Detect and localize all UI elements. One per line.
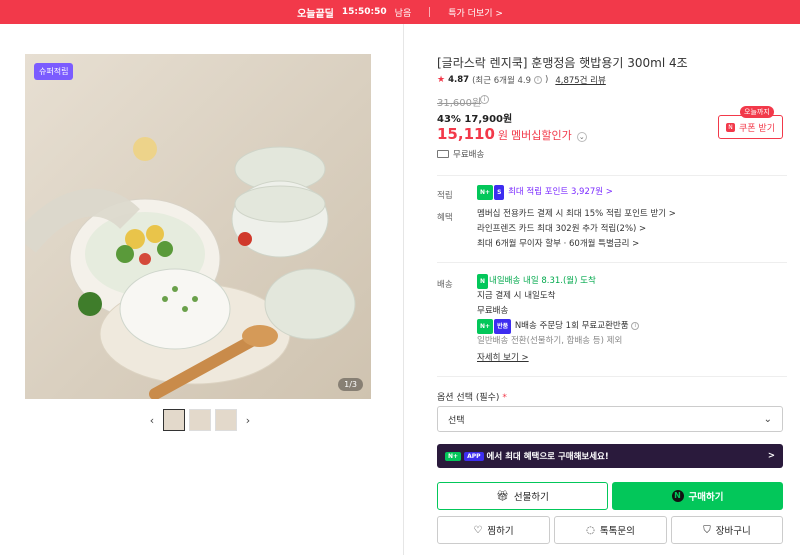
- points-text: 최대 적립 포인트 3,927원 >: [508, 187, 613, 197]
- countdown-timer: 15:50:50: [341, 7, 387, 17]
- required-mark: *: [502, 393, 507, 403]
- member-price-unit: 원: [497, 129, 509, 142]
- divider: [437, 175, 787, 176]
- chat-icon: ◌: [586, 524, 595, 536]
- image-counter: 1/3: [338, 378, 363, 391]
- points-label: 적립: [437, 191, 453, 201]
- delivery-line: 지금 결제 시 내일도착: [477, 291, 556, 301]
- coupon-deadline-tag: 오늘까지: [740, 106, 774, 118]
- chevron-down-icon[interactable]: ⌄: [576, 132, 587, 142]
- info-icon[interactable]: i: [631, 321, 640, 330]
- banner-divider: [429, 7, 431, 17]
- remaining-suffix: 남음: [394, 8, 412, 19]
- info-icon[interactable]: i: [534, 76, 542, 84]
- benefit-item[interactable]: 최대 6개월 무이자 할부 · 60개월 특별금리 >: [477, 237, 676, 252]
- tomorrow-delivery-icon: N: [477, 274, 489, 289]
- talktalk-button[interactable]: ◌ 톡톡문의: [554, 516, 667, 544]
- cart-button[interactable]: ⛉ 장바구니: [671, 516, 783, 544]
- member-price-row: 15,110 원 멤버십할인가 ⌄: [437, 125, 587, 143]
- chevron-right-icon: >: [767, 451, 775, 461]
- truck-icon: [437, 150, 449, 158]
- deal-label: 오늘끝딜: [297, 8, 334, 20]
- benefit-label: 혜택: [437, 213, 453, 223]
- deal-banner: 오늘끝딜 15:50:50 남음 특가 더보기 >: [0, 0, 800, 24]
- buy-button-label: 구매하기: [688, 492, 724, 503]
- shipping-row: 무료배송: [437, 148, 484, 160]
- npay-icon: N+: [445, 451, 462, 461]
- option-select[interactable]: 선택 ⌄: [437, 406, 783, 432]
- rating-recent-close: ): [545, 75, 549, 85]
- delivery-line: 무료배송: [477, 306, 509, 316]
- app-badge: APP: [464, 451, 484, 461]
- thumbnail-strip: ‹ ›: [145, 409, 255, 431]
- member-price-label: 멤버십할인가: [511, 129, 572, 142]
- benefit-list: 멤버십 전용카드 결제 시 최대 15% 적립 포인트 받기 > 라인프렌즈 카…: [477, 207, 676, 252]
- plus-icon: S: [494, 185, 505, 200]
- original-price: 31,600원: [437, 98, 482, 109]
- product-image[interactable]: 슈퍼적립 1/3: [25, 54, 371, 399]
- review-count-link[interactable]: 4,875건 리뷰: [555, 74, 606, 86]
- naverpay-icon: N: [671, 490, 684, 502]
- product-info-panel: [글라스락 렌지쿡] 훈맹정음 햇밥용기 300ml 4조 ★ 4.87 (최근…: [404, 24, 800, 555]
- exclusion-text: 일반배송 전환(선물하기, 합배송 등) 제외: [477, 336, 623, 346]
- option-select-value: 선택: [448, 415, 465, 426]
- chevron-down-icon: ⌄: [763, 413, 772, 425]
- discount-price: 43% 17,900원: [437, 114, 513, 125]
- return-icon: 반품: [494, 319, 512, 334]
- points-row[interactable]: N+ S 최대 적립 포인트 3,927원 >: [477, 185, 613, 200]
- wish-button[interactable]: ♡ 찜하기: [437, 516, 550, 544]
- buy-button[interactable]: N 구매하기: [612, 482, 783, 510]
- chevron-left-icon[interactable]: ‹: [145, 414, 159, 427]
- rating-score: 4.87: [448, 75, 470, 85]
- delivery-label: 배송: [437, 280, 453, 290]
- benefit-item[interactable]: 멤버십 전용카드 결제 시 최대 15% 적립 포인트 받기 >: [477, 207, 676, 222]
- gift-button[interactable]: 🎁︎ 선물하기: [437, 482, 608, 510]
- heart-icon: ♡: [473, 524, 483, 536]
- npay-icon: N+: [477, 319, 494, 334]
- coupon-button-label: 쿠폰 받기: [739, 123, 775, 134]
- gallery-panel: 슈퍼적립 1/3 ‹ ›: [0, 24, 404, 555]
- price-info-icon[interactable]: i: [480, 95, 489, 104]
- rating-recent: (최근 6개월 4.9: [472, 76, 531, 86]
- promo-text: 에서 최대 혜택으로 구매해보세요!: [486, 452, 609, 462]
- npay-icon: N+: [477, 185, 494, 200]
- rating-row: ★ 4.87 (최근 6개월 4.9 i) 4,875건 리뷰: [437, 74, 606, 86]
- talktalk-button-label: 톡톡문의: [599, 526, 635, 537]
- thumbnail-3[interactable]: [215, 409, 237, 431]
- delivery-info: N 내일배송 내일 8.31.(월) 도착 지금 결제 시 내일도착 무료배송 N…: [477, 274, 640, 366]
- divider: [437, 376, 787, 377]
- thumbnail-1[interactable]: [163, 409, 185, 431]
- star-icon: ★: [437, 75, 446, 85]
- coupon-button[interactable]: N 쿠폰 받기: [718, 115, 783, 139]
- chevron-right-icon[interactable]: ›: [241, 414, 255, 427]
- detail-link[interactable]: 자세히 보기 >: [477, 353, 529, 363]
- shipping-free-text: 무료배송: [453, 150, 485, 160]
- app-promo-banner[interactable]: N+ APP 에서 최대 혜택으로 구매해보세요! >: [437, 444, 783, 468]
- option-label-text: 옵션 선택 (필수): [437, 393, 500, 403]
- cart-button-label: 장바구니: [715, 526, 751, 537]
- product-title: [글라스락 렌지쿡] 훈맹정음 햇밥용기 300ml 4조: [437, 56, 688, 70]
- super-points-badge: 슈퍼적립: [34, 63, 74, 80]
- gift-button-label: 선물하기: [513, 492, 549, 503]
- divider: [437, 262, 787, 263]
- wish-button-label: 찜하기: [487, 526, 514, 537]
- delivery-badge: 내일배송: [489, 276, 521, 286]
- cart-icon: ⛉: [703, 524, 711, 536]
- delivery-date: 내일 8.31.(월) 도착: [523, 276, 596, 286]
- member-price: 15,110: [437, 125, 495, 143]
- coupon-icon: N: [726, 122, 735, 132]
- benefit-item[interactable]: 라인프렌즈 카드 최대 302원 추가 적립(2%) >: [477, 222, 676, 237]
- gift-icon: 🎁︎: [496, 490, 509, 502]
- thumbnail-2[interactable]: [189, 409, 211, 431]
- return-text: N배송 주문당 1회 무료교환반품: [514, 321, 629, 331]
- product-illustration: [25, 137, 356, 399]
- option-label: 옵션 선택 (필수) *: [437, 390, 507, 403]
- more-deals-link[interactable]: 특가 더보기 >: [448, 6, 503, 19]
